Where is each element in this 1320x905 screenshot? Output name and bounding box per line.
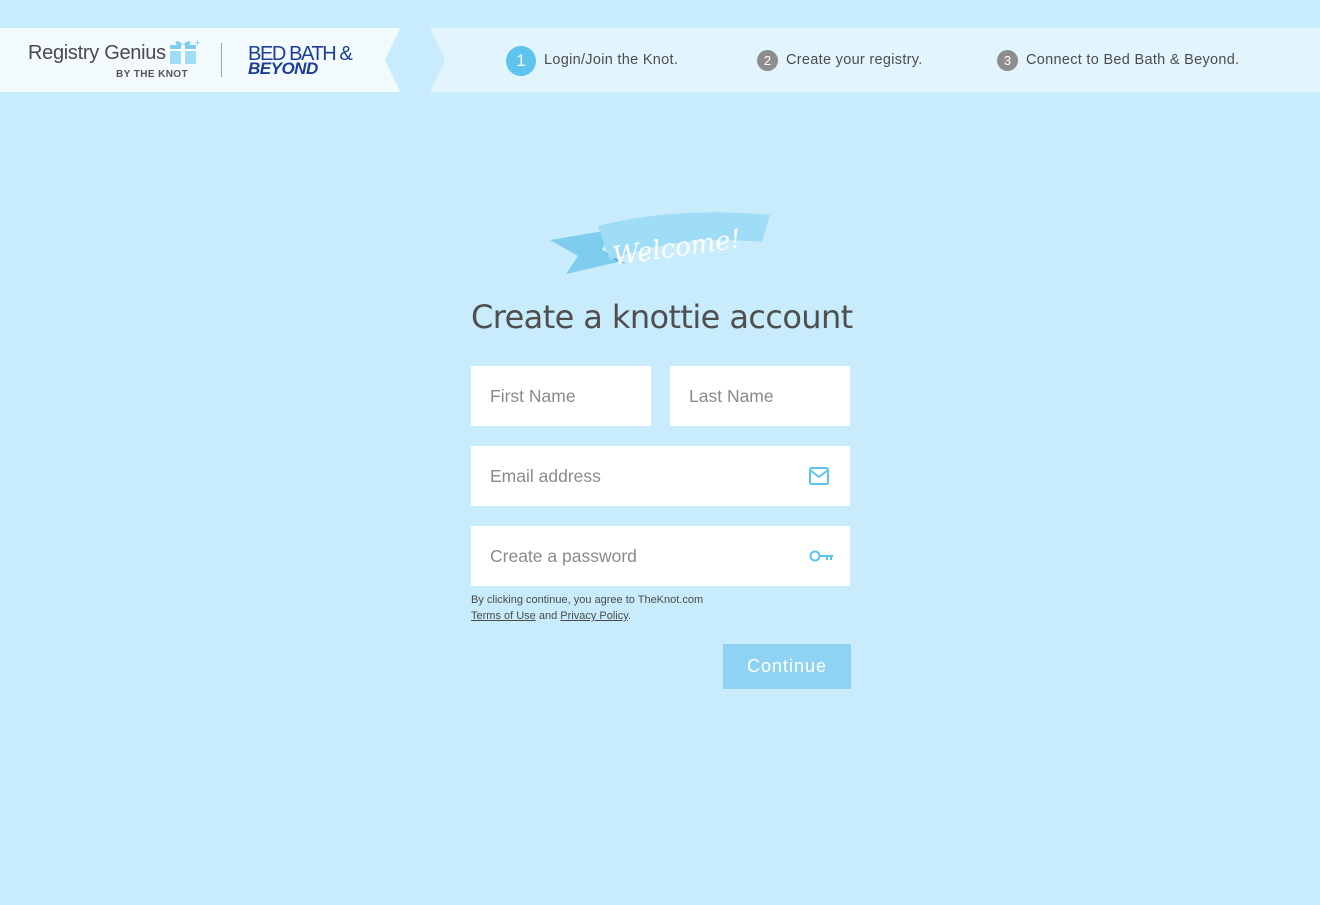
brand-divider [221,43,222,77]
legal-notice: By clicking continue, you agree to TheKn… [471,592,851,624]
step-label: Login/Join the Knot. [544,52,679,68]
step-number-badge: 3 [997,49,1018,71]
continue-button[interactable]: Continue [723,644,851,689]
terms-of-use-link[interactable]: Terms of Use [471,610,536,622]
welcome-ribbon-banner: Welcome! [550,212,770,274]
bbb-logo-line2: BEYOND [248,59,318,78]
legal-suffix-text: . [627,610,631,622]
page-title: Create a knottie account [471,298,853,336]
step-label: Connect to Bed Bath & Beyond. [1026,52,1240,68]
first-name-input[interactable] [471,366,651,426]
mail-icon [809,467,829,485]
legal-conjunction-text: and [538,610,558,622]
header-bar: Registry Genius + BY THE KNOT BED BATH &… [0,28,1320,92]
registry-genius-title: Registry Genius [28,42,166,64]
gift-icon: + [170,38,200,64]
password-field [471,526,850,586]
last-name-input[interactable] [670,366,850,426]
step-login: 1 Login/Join the Knot. [506,28,678,92]
step-label: Create your registry. [786,52,923,68]
step-number-badge: 1 [506,46,536,76]
step-number-badge: 2 [757,49,778,71]
key-icon [809,550,833,562]
step-connect: 3 Connect to Bed Bath & Beyond. [997,28,1239,92]
registry-genius-logo[interactable]: Registry Genius + BY THE KNOT [28,38,208,82]
last-name-field [670,366,850,426]
breadcrumb-chevron-icon [385,28,445,92]
step-create-registry: 2 Create your registry. [757,28,923,92]
password-input[interactable] [471,526,850,586]
email-field [471,446,850,506]
email-input[interactable] [471,446,850,506]
bed-bath-beyond-logo[interactable]: BED BATH & BEYOND [248,44,363,80]
legal-prefix-text: By clicking continue, you agree to TheKn… [471,594,704,606]
brand-panel: Registry Genius + BY THE KNOT BED BATH &… [0,28,400,92]
privacy-policy-link[interactable]: Privacy Policy [560,610,628,622]
registry-genius-subtitle: BY THE KNOT [116,69,188,80]
svg-text:+: + [195,38,200,48]
first-name-field [471,366,651,426]
